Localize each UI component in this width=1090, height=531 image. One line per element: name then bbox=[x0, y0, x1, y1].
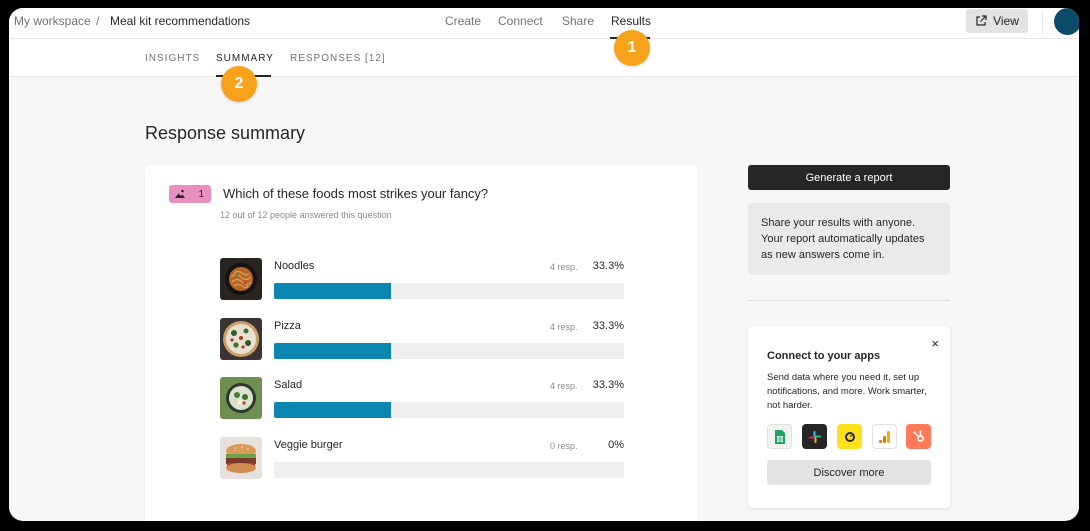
option-label: Noodles bbox=[274, 260, 315, 272]
option-percent: 33.3% bbox=[592, 260, 624, 272]
hubspot-icon[interactable] bbox=[906, 424, 931, 449]
tab-insights[interactable]: INSIGHTS bbox=[145, 53, 200, 64]
option-label: Salad bbox=[274, 379, 303, 391]
apps-card-description: Send data where you need it, set up noti… bbox=[767, 372, 927, 411]
option-response-count: 4 resp. bbox=[550, 381, 578, 391]
question-badge: 1 bbox=[169, 185, 211, 203]
salad-image bbox=[220, 377, 262, 419]
question-title: Which of these foods most strikes your f… bbox=[223, 186, 489, 201]
option-row: Veggie burger 0 resp. 0% bbox=[220, 437, 624, 479]
option-bar-track bbox=[274, 462, 624, 478]
option-bar-fill bbox=[274, 343, 391, 359]
breadcrumb-separator: / bbox=[96, 14, 100, 28]
breadcrumb-form-title[interactable]: Meal kit recommendations bbox=[110, 14, 250, 28]
tab-responses[interactable]: RESPONSES [12] bbox=[290, 53, 386, 64]
sidebar-divider bbox=[748, 300, 950, 301]
option-response-count: 0 resp. bbox=[550, 441, 578, 451]
option-bar-fill bbox=[274, 283, 391, 299]
option-response-count: 4 resp. bbox=[550, 322, 578, 332]
share-info-box: Share your results with anyone. Your rep… bbox=[748, 203, 950, 275]
external-link-icon bbox=[976, 15, 987, 26]
option-percent: 33.3% bbox=[592, 320, 624, 332]
app-window: My workspace / Meal kit recommendations … bbox=[9, 8, 1079, 521]
option-bar-track bbox=[274, 283, 624, 299]
noodles-image bbox=[220, 258, 262, 300]
option-row: Salad 4 resp. 33.3% bbox=[220, 377, 624, 419]
step-marker-2: 2 bbox=[221, 66, 257, 102]
avatar[interactable] bbox=[1054, 8, 1079, 35]
view-button[interactable]: View bbox=[966, 9, 1028, 33]
nav-share[interactable]: Share bbox=[562, 14, 594, 28]
nav-create[interactable]: Create bbox=[445, 14, 481, 28]
option-percent: 33.3% bbox=[592, 379, 624, 391]
option-label: Veggie burger bbox=[274, 439, 343, 451]
option-label: Pizza bbox=[274, 320, 301, 332]
view-button-label: View bbox=[993, 14, 1019, 28]
option-bar-fill bbox=[274, 402, 391, 418]
top-bar: My workspace / Meal kit recommendations … bbox=[9, 8, 1079, 39]
question-number: 1 bbox=[198, 188, 204, 200]
option-row: Pizza 4 resp. 33.3% bbox=[220, 318, 624, 360]
pizza-image bbox=[220, 318, 262, 360]
results-subnav: INSIGHTS SUMMARY RESPONSES [12] bbox=[9, 39, 1079, 77]
option-bar-track bbox=[274, 402, 624, 418]
google-sheets-icon[interactable] bbox=[767, 424, 792, 449]
option-row: Noodles 4 resp. 33.3% bbox=[220, 258, 624, 300]
breadcrumb-workspace[interactable]: My workspace bbox=[14, 14, 91, 28]
nav-connect[interactable]: Connect bbox=[498, 14, 543, 28]
mailchimp-icon[interactable] bbox=[837, 424, 862, 449]
apps-card-title: Connect to your apps bbox=[767, 350, 881, 362]
google-analytics-icon[interactable] bbox=[872, 424, 897, 449]
question-card: 1 Which of these foods most strikes your… bbox=[145, 165, 698, 521]
option-percent: 0% bbox=[608, 439, 624, 451]
connect-apps-card: × Connect to your apps Send data where y… bbox=[748, 326, 950, 508]
topbar-divider bbox=[1042, 12, 1043, 34]
step-marker-1: 1 bbox=[614, 30, 650, 66]
tab-summary[interactable]: SUMMARY bbox=[216, 53, 274, 64]
slack-icon[interactable] bbox=[802, 424, 827, 449]
close-icon[interactable]: × bbox=[931, 336, 939, 351]
generate-report-button[interactable]: Generate a report bbox=[748, 165, 950, 190]
image-choice-icon bbox=[175, 189, 185, 198]
option-bar-track bbox=[274, 343, 624, 359]
page-title: Response summary bbox=[145, 123, 306, 143]
veggie-burger-image bbox=[220, 437, 262, 479]
nav-results[interactable]: Results bbox=[611, 14, 651, 28]
question-answered-count: 12 out of 12 people answered this questi… bbox=[220, 210, 392, 220]
discover-more-button[interactable]: Discover more bbox=[767, 460, 931, 485]
option-response-count: 4 resp. bbox=[550, 262, 578, 272]
